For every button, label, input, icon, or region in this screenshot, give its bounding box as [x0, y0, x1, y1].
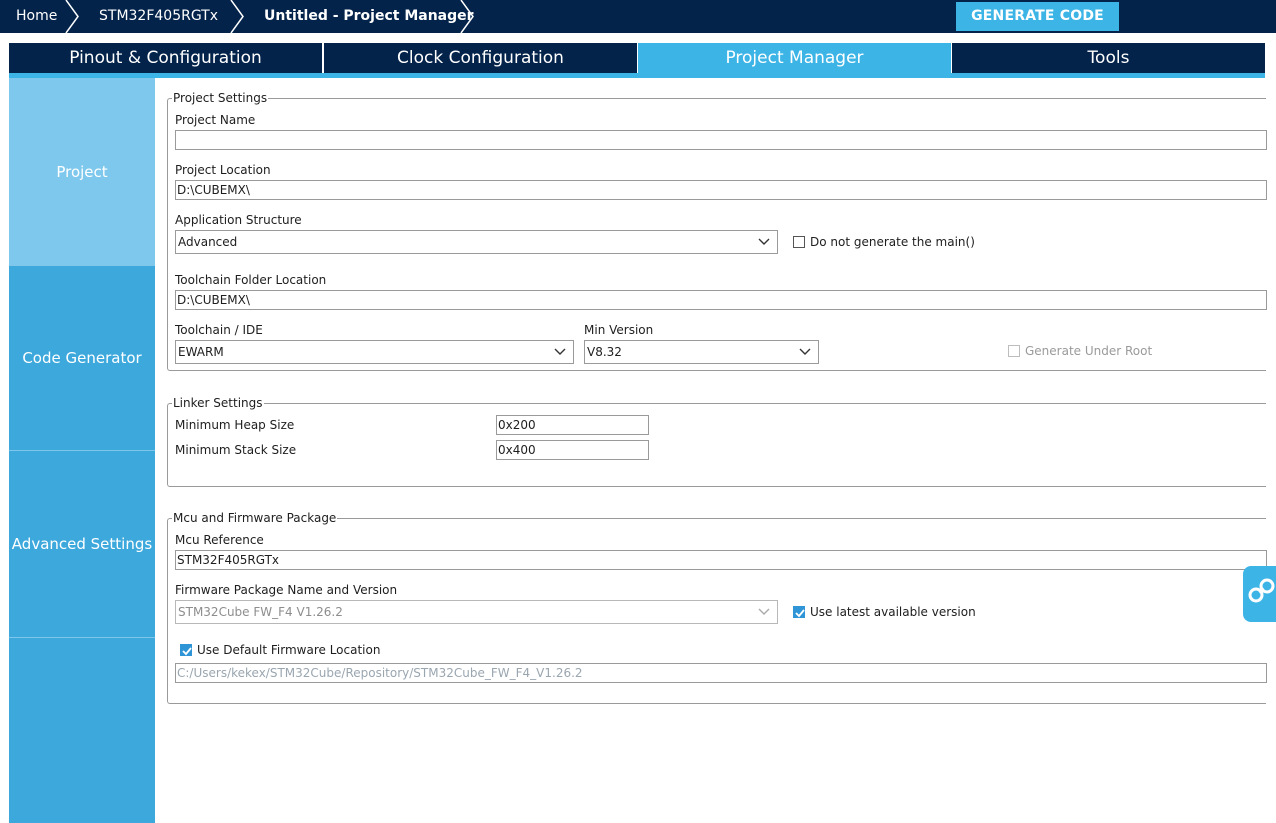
- use-default-location-label: Use Default Firmware Location: [197, 643, 381, 657]
- use-default-location-checkbox[interactable]: [180, 644, 192, 656]
- checkmark-icon: [182, 647, 192, 656]
- use-latest-version-checkbox[interactable]: [793, 606, 805, 618]
- application-structure-select[interactable]: Advanced: [175, 230, 778, 254]
- group-title: Linker Settings: [172, 396, 264, 410]
- chevron-down-icon: [799, 348, 811, 355]
- tab-clock-configuration[interactable]: Clock Configuration: [324, 43, 637, 73]
- sidebar-item-advanced-settings[interactable]: Advanced Settings: [9, 451, 155, 638]
- breadcrumb-current[interactable]: Untitled - Project Manager: [264, 0, 474, 33]
- breadcrumb-device[interactable]: STM32F405RGTx: [99, 0, 218, 33]
- project-name-label: Project Name: [175, 113, 256, 127]
- generate-under-root-label: Generate Under Root: [1025, 344, 1153, 358]
- no-main-label: Do not generate the main(): [810, 235, 975, 249]
- toolchain-ide-select[interactable]: EWARM: [175, 340, 574, 364]
- linker-settings-group: Linker Settings Minimum Heap Size 0x200 …: [167, 396, 1266, 487]
- select-value: V8.32: [587, 345, 622, 359]
- project-name-field[interactable]: [175, 130, 1267, 150]
- generate-under-root-checkbox[interactable]: [1008, 345, 1020, 357]
- toolchain-folder-field[interactable]: D:\CUBEMX\: [175, 290, 1267, 310]
- toolchain-ide-label: Toolchain / IDE: [175, 323, 263, 337]
- breadcrumb: Home STM32F405RGTx Untitled - Project Ma…: [0, 0, 1276, 33]
- mcu-firmware-group: Mcu and Firmware Package Mcu Reference S…: [167, 511, 1267, 704]
- select-value: EWARM: [178, 345, 224, 359]
- sidebar-item-label: Code Generator: [22, 349, 142, 367]
- project-location-label: Project Location: [175, 163, 271, 177]
- firmware-package-select[interactable]: STM32Cube FW_F4 V1.26.2: [175, 600, 778, 624]
- sidebar-item-label: Project: [56, 162, 108, 181]
- stack-size-field[interactable]: 0x400: [496, 440, 649, 460]
- toolchain-folder-label: Toolchain Folder Location: [175, 273, 327, 287]
- tab-pinout-configuration[interactable]: Pinout & Configuration: [9, 43, 322, 73]
- min-version-select[interactable]: V8.32: [584, 340, 819, 364]
- generate-code-button[interactable]: GENERATE CODE: [956, 2, 1119, 31]
- chevron-right-icon: [230, 0, 244, 33]
- tab-project-manager[interactable]: Project Manager: [638, 43, 951, 73]
- firmware-package-label: Firmware Package Name and Version: [175, 583, 398, 597]
- breadcrumb-home[interactable]: Home: [16, 0, 57, 33]
- sidebar-item-project[interactable]: Project: [9, 78, 155, 266]
- heap-size-field[interactable]: 0x200: [496, 415, 649, 435]
- min-version-label: Min Version: [584, 323, 654, 337]
- chevron-right-icon: [65, 0, 79, 33]
- application-structure-label: Application Structure: [175, 213, 302, 227]
- use-latest-version-label: Use latest available version: [810, 605, 976, 619]
- heap-size-label: Minimum Heap Size: [175, 418, 295, 432]
- mcu-reference-field[interactable]: STM32F405RGTx: [175, 550, 1267, 570]
- project-settings-group: Project Settings Project Name Project Lo…: [167, 91, 1267, 371]
- sidebar: Project Code Generator Advanced Settings: [9, 78, 155, 823]
- sidebar-item-code-generator[interactable]: Code Generator: [9, 266, 155, 451]
- sidebar-item-label: Advanced Settings: [11, 535, 153, 553]
- group-title: Project Settings: [172, 91, 269, 105]
- main-tabs: Pinout & Configuration Clock Configurati…: [9, 43, 1265, 73]
- tab-tools[interactable]: Tools: [952, 43, 1265, 73]
- link-icon: [1248, 578, 1275, 603]
- floating-link-button[interactable]: [1243, 566, 1276, 622]
- chevron-down-icon: [554, 348, 566, 355]
- firmware-location-field[interactable]: C:/Users/kekex/STM32Cube/Repository/STM3…: [175, 663, 1267, 683]
- group-title: Mcu and Firmware Package: [172, 511, 338, 525]
- tab-underline: [9, 73, 1265, 78]
- project-location-field[interactable]: D:\CUBEMX\: [175, 180, 1267, 200]
- stack-size-label: Minimum Stack Size: [175, 443, 297, 457]
- select-value: Advanced: [178, 235, 238, 249]
- chevron-right-icon: [460, 0, 474, 33]
- no-main-checkbox[interactable]: [793, 236, 805, 248]
- mcu-reference-label: Mcu Reference: [175, 533, 264, 547]
- select-value: STM32Cube FW_F4 V1.26.2: [178, 605, 343, 619]
- checkmark-icon: [795, 609, 805, 618]
- chevron-down-icon: [758, 238, 770, 245]
- chevron-down-icon: [758, 608, 770, 615]
